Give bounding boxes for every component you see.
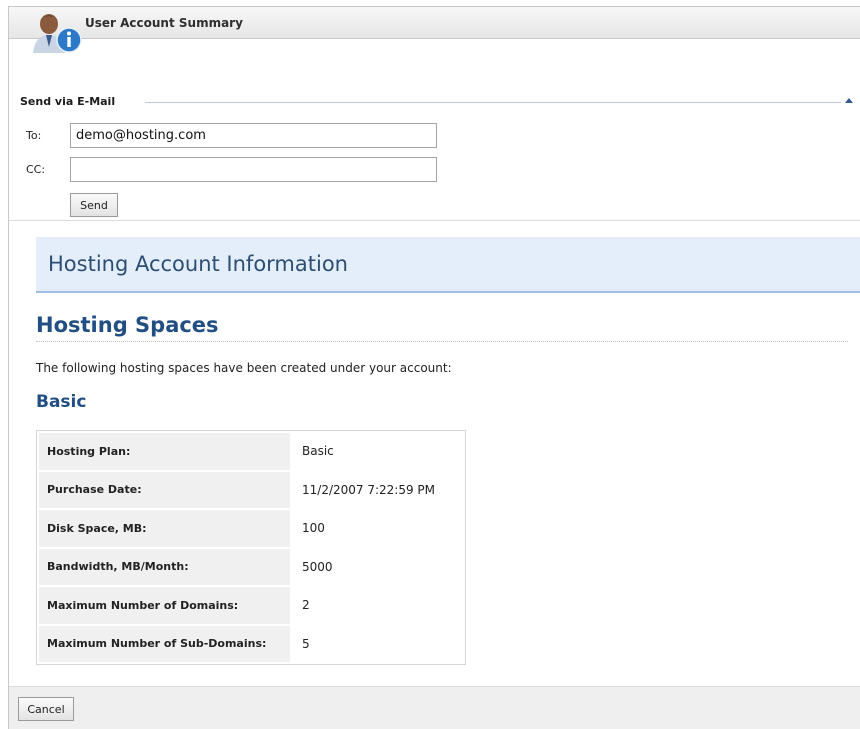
cancel-button[interactable]: Cancel <box>18 697 74 721</box>
title-bar: User Account Summary <box>9 7 860 39</box>
footer-bar: Cancel <box>9 687 860 729</box>
table-row: Maximum Number of Sub-Domains: 5 <box>39 625 463 662</box>
user-info-icon <box>33 14 82 53</box>
plan-name-heading: Basic <box>36 392 87 412</box>
section-divider <box>145 102 841 103</box>
to-label: To: <box>26 129 42 142</box>
row-label: Disk Space, MB: <box>39 510 290 547</box>
row-value: 5 <box>302 636 310 651</box>
cc-label: CC: <box>26 163 46 176</box>
info-header-title: Hosting Account Information <box>48 252 348 276</box>
row-value: 2 <box>302 598 310 613</box>
cc-email-input[interactable] <box>70 157 437 182</box>
row-value: Basic <box>302 444 334 459</box>
collapse-arrow-icon[interactable] <box>845 98 853 103</box>
account-summary-window: User Account Summary Send via E-Mail To:… <box>8 6 860 729</box>
intro-text: The following hosting spaces have been c… <box>36 361 452 375</box>
row-label: Bandwidth, MB/Month: <box>39 548 290 585</box>
send-email-title: Send via E-Mail <box>20 95 116 108</box>
report-content: Hosting Account Information Hosting Spac… <box>9 220 860 687</box>
row-label: Hosting Plan: <box>39 433 290 470</box>
send-button[interactable]: Send <box>70 193 118 217</box>
table-row: Purchase Date: 11/2/2007 7:22:59 PM <box>39 471 463 508</box>
row-value: 11/2/2007 7:22:59 PM <box>302 482 436 497</box>
table-row: Bandwidth, MB/Month: 5000 <box>39 548 463 585</box>
table-row: Maximum Number of Domains: 2 <box>39 587 463 624</box>
row-value: 100 <box>302 521 325 536</box>
row-label: Purchase Date: <box>39 471 290 508</box>
row-label: Maximum Number of Domains: <box>39 587 290 624</box>
info-header: Hosting Account Information <box>36 237 860 293</box>
to-email-input[interactable] <box>70 123 437 148</box>
hosting-spaces-heading: Hosting Spaces <box>36 313 219 337</box>
table-row: Hosting Plan: Basic <box>39 433 463 470</box>
table-row: Disk Space, MB: 100 <box>39 510 463 547</box>
row-label: Maximum Number of Sub-Domains: <box>39 625 290 662</box>
row-value: 5000 <box>302 559 333 574</box>
window-title: User Account Summary <box>85 16 243 30</box>
plan-details-table: Hosting Plan: Basic Purchase Date: 11/2/… <box>36 430 466 665</box>
heading-divider <box>36 341 848 342</box>
